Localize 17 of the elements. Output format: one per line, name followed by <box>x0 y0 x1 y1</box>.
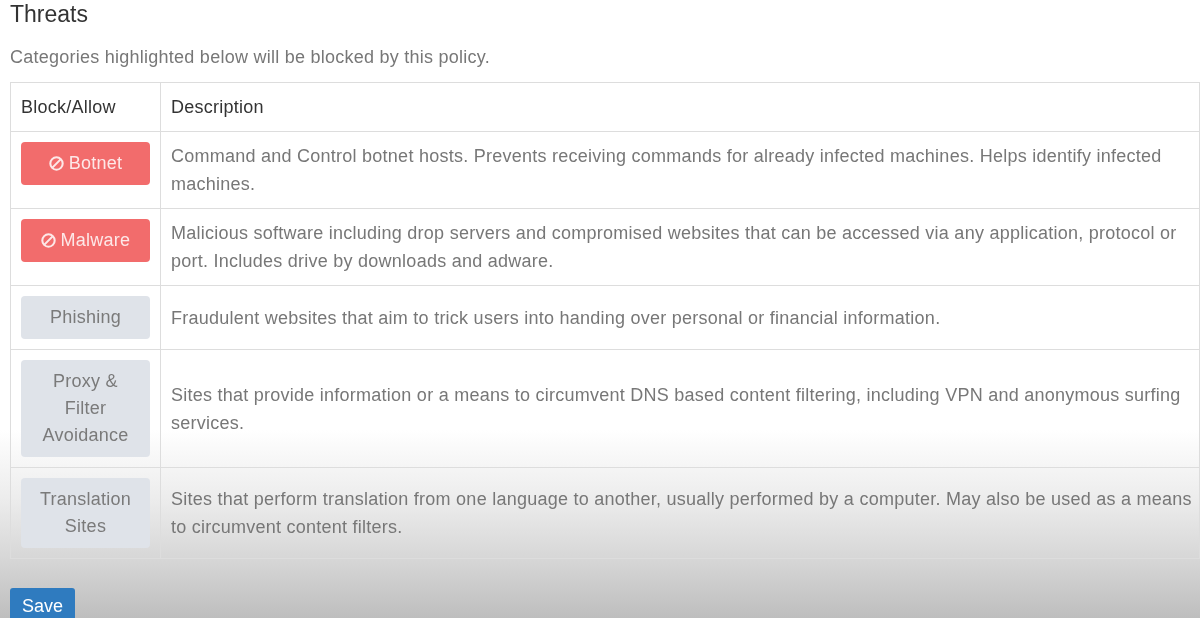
block-toggle-button[interactable]: Botnet <box>21 142 150 185</box>
section-title: Threats <box>10 0 89 28</box>
table-cell: Fraudulent websites that aim to trick users into handing over personal or financial information. <box>160 285 1200 350</box>
ban-icon <box>48 156 64 171</box>
column-header: Description <box>160 82 1200 132</box>
block-toggle-button[interactable]: Phishing <box>21 296 150 339</box>
table-cell: Sites that perform translation from one language to another, usually performed by a computer. May also be used as a means to circumvent content filters. <box>160 467 1200 559</box>
ban-icon <box>40 233 56 248</box>
column-header: Block/Allow <box>10 82 161 132</box>
table-cell: Sites that provide information or a means to circumvent DNS based content filtering, including VPN and anonymous surfing services. <box>160 349 1200 468</box>
table-cell: Command and Control botnet hosts. Prevents receiving commands for already infected machines. Helps identify infected machines. <box>160 131 1200 209</box>
save-button[interactable]: Save <box>10 588 76 618</box>
block-toggle-button[interactable]: Proxy & Filter Avoidance <box>21 360 150 457</box>
table-cell: Malicious software including drop servers and compromised websites that can be accessed via any application, protocol or port. Includes drive by downloads and adware. <box>160 208 1200 286</box>
block-toggle-button[interactable]: Malware <box>21 219 150 262</box>
section-description: Categories highlighted below will be blocked by this policy. <box>10 46 491 69</box>
block-toggle-button[interactable]: Translation Sites <box>21 478 150 548</box>
